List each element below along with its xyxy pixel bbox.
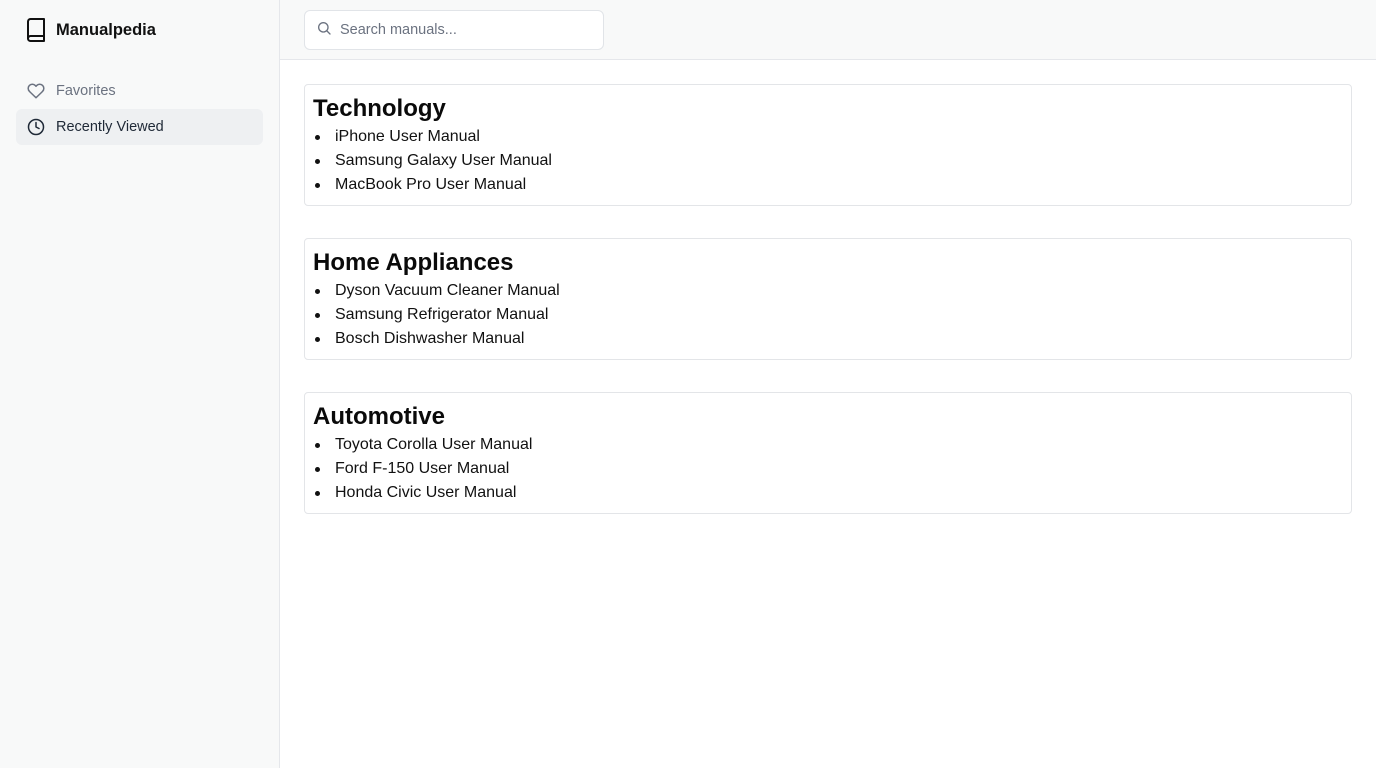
app-root: Manualpedia Favorites Recently Viewed Se… <box>0 0 1376 768</box>
heart-icon <box>27 82 45 100</box>
sidebar-item-label: Recently Viewed <box>56 119 164 135</box>
manual-link[interactable]: Honda Civic User Manual <box>313 481 1343 505</box>
app-name: Manualpedia <box>56 20 156 39</box>
category-title: Automotive <box>313 403 445 430</box>
search-box[interactable] <box>304 10 604 50</box>
manual-link[interactable]: Samsung Galaxy User Manual <box>313 149 1343 173</box>
search-input[interactable] <box>340 22 580 38</box>
sidebar-item-favorites[interactable]: Favorites <box>16 73 263 109</box>
book-icon <box>25 18 47 42</box>
sidebar-item-label: Favorites <box>56 83 116 99</box>
manual-link[interactable]: Bosch Dishwasher Manual <box>313 327 1343 351</box>
clock-icon <box>27 118 45 136</box>
manual-list: Dyson Vacuum Cleaner Manual Samsung Refr… <box>313 279 1343 351</box>
manual-link[interactable]: Toyota Corolla User Manual <box>313 433 1343 457</box>
manual-link[interactable]: MacBook Pro User Manual <box>313 173 1343 197</box>
manual-link[interactable]: iPhone User Manual <box>313 125 1343 149</box>
manual-list: iPhone User Manual Samsung Galaxy User M… <box>313 125 1343 197</box>
category-card-technology: Technology iPhone User Manual Samsung Ga… <box>304 84 1352 206</box>
manual-list: Toyota Corolla User Manual Ford F-150 Us… <box>313 433 1343 505</box>
search-icon <box>316 20 332 36</box>
categories-list: Technology iPhone User Manual Samsung Ga… <box>280 60 1376 570</box>
manual-link[interactable]: Samsung Refrigerator Manual <box>313 303 1343 327</box>
main-area: Technology iPhone User Manual Samsung Ga… <box>280 0 1376 768</box>
sidebar: Manualpedia Favorites Recently Viewed <box>0 0 280 768</box>
category-title: Technology <box>313 95 446 122</box>
brand[interactable]: Manualpedia <box>16 16 263 44</box>
sidebar-item-recently-viewed[interactable]: Recently Viewed <box>16 109 263 145</box>
manual-link[interactable]: Ford F-150 User Manual <box>313 457 1343 481</box>
category-card-home-appliances: Home Appliances Dyson Vacuum Cleaner Man… <box>304 238 1352 360</box>
top-bar <box>280 0 1376 60</box>
manual-link[interactable]: Dyson Vacuum Cleaner Manual <box>313 279 1343 303</box>
category-card-automotive: Automotive Toyota Corolla User Manual Fo… <box>304 392 1352 514</box>
sidebar-nav: Favorites Recently Viewed <box>16 73 263 145</box>
category-title: Home Appliances <box>313 249 514 276</box>
